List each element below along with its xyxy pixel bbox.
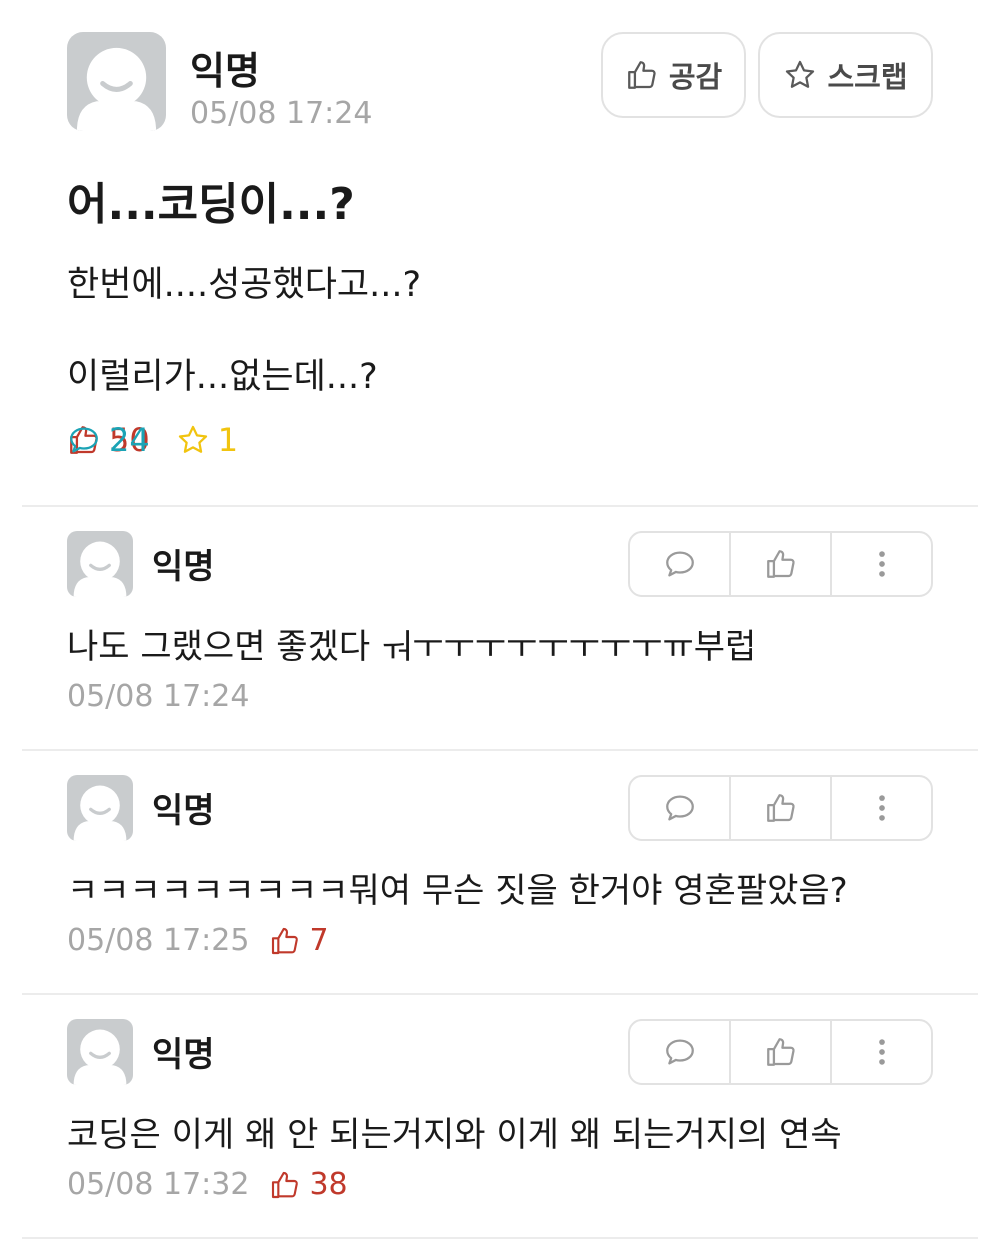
comment-actions: [628, 775, 933, 841]
star-icon: [783, 58, 817, 92]
more-button[interactable]: [832, 533, 931, 595]
speech-bubble-icon: [67, 423, 101, 457]
post-title: 어...코딩이...?: [67, 179, 355, 230]
comment-meta: 05/08 17:25 7: [67, 923, 329, 958]
thumbs-up-icon: [269, 925, 301, 957]
avatar-icon: [67, 32, 166, 131]
speech-bubble-icon: [663, 1035, 697, 1069]
comment-time: 05/08 17:24: [67, 679, 250, 714]
comment-meta: 05/08 17:24: [67, 679, 249, 714]
avatar-icon: [67, 531, 133, 597]
more-button[interactable]: [832, 777, 931, 839]
avatar: [67, 775, 133, 841]
thumbs-up-icon: [764, 1035, 798, 1069]
comment-like-button[interactable]: [731, 777, 832, 839]
reply-button[interactable]: [630, 533, 731, 595]
speech-bubble-icon: [663, 547, 697, 581]
comment-actions: [628, 1019, 933, 1085]
scrap-button-label: 스크랩: [827, 60, 908, 94]
like-button-label: 공감: [668, 60, 723, 94]
thumbs-up-icon: [764, 547, 798, 581]
comment-author: 익명: [152, 791, 215, 831]
more-vertical-icon: [865, 791, 899, 825]
comment-time: 05/08 17:25: [67, 923, 250, 958]
comment-time: 05/08 17:32: [67, 1167, 250, 1202]
divider: [22, 1237, 978, 1239]
comment-author: 익명: [152, 1035, 215, 1075]
comment-meta: 05/08 17:32 38: [67, 1167, 348, 1202]
comment-like-count: 38: [269, 1167, 348, 1202]
thumbs-up-icon: [269, 1169, 301, 1201]
post-time: 05/08 17:24: [190, 96, 373, 131]
comment-like-button[interactable]: [731, 533, 832, 595]
comment-count-value: 24: [109, 421, 150, 459]
comment-item: 익명 코딩은 이게 왜 안 되는거지와 이게 왜 되는거지의 연속 05/08 …: [0, 995, 1000, 1239]
avatar: [67, 32, 166, 131]
more-vertical-icon: [865, 1035, 899, 1069]
comment-text: ㅋㅋㅋㅋㅋㅋㅋㅋㅋ뭐여 무슨 짓을 한거야 영혼팔았음?: [67, 871, 848, 911]
comment-item: 익명 나도 그랬으면 좋겠다 ㅝㅜㅜㅜㅜㅜㅜㅜㅜㅠ부럽 05/08 17:24: [0, 507, 1000, 751]
comment-like-count-value: 7: [309, 923, 329, 958]
post-author: 익명: [190, 49, 260, 93]
comment-actions: [628, 531, 933, 597]
avatar: [67, 1019, 133, 1085]
reply-button[interactable]: [630, 1021, 731, 1083]
comment-like-count-value: 38: [309, 1167, 348, 1202]
avatar: [67, 531, 133, 597]
post-stats: 50 24 1: [67, 420, 264, 460]
scrap-button[interactable]: 스크랩: [758, 32, 933, 118]
post: 익명 05/08 17:24 공감 스크랩 어...코딩이...? 한번에...…: [0, 0, 1000, 505]
comment-author: 익명: [152, 547, 215, 587]
speech-bubble-icon: [663, 791, 697, 825]
more-button[interactable]: [832, 1021, 931, 1083]
comment-text: 코딩은 이게 왜 안 되는거지와 이게 왜 되는거지의 연속: [67, 1115, 842, 1155]
comment-text: 나도 그랬으면 좋겠다 ㅝㅜㅜㅜㅜㅜㅜㅜㅜㅠ부럽: [67, 627, 757, 667]
like-button[interactable]: 공감: [601, 32, 746, 118]
more-vertical-icon: [865, 547, 899, 581]
thumbs-up-icon: [764, 791, 798, 825]
post-body-line-1: 한번에....성공했다고...?: [67, 265, 422, 305]
thumbs-up-icon: [625, 58, 659, 92]
avatar-icon: [67, 1019, 133, 1085]
avatar-icon: [67, 775, 133, 841]
comment-item: 익명 ㅋㅋㅋㅋㅋㅋㅋㅋㅋ뭐여 무슨 짓을 한거야 영혼팔았음? 05/08 17…: [0, 751, 1000, 995]
comment-like-button[interactable]: [731, 1021, 832, 1083]
reply-button[interactable]: [630, 777, 731, 839]
comment-like-count: 7: [269, 923, 329, 958]
